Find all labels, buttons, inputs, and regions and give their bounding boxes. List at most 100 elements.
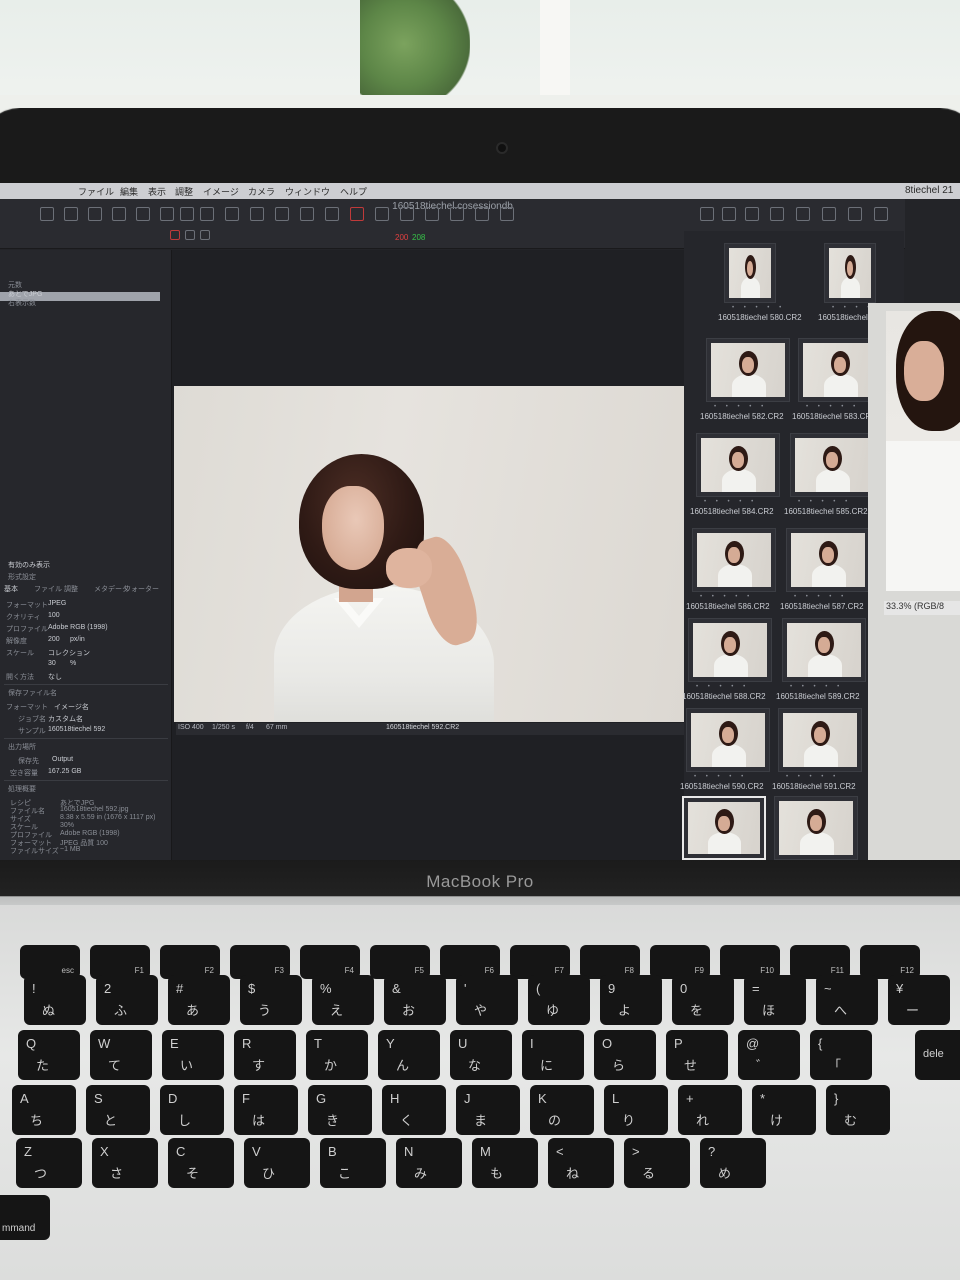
keyboard-key[interactable]: Kの <box>530 1085 594 1135</box>
keyboard-key[interactable]: F7 <box>510 945 570 979</box>
menu-item[interactable]: カメラ <box>248 185 275 198</box>
thumbnail-rating[interactable]: • • • • • <box>696 684 749 690</box>
keyboard-key[interactable]: Uな <box>450 1030 512 1080</box>
filmstrip-thumbnail[interactable] <box>696 433 780 497</box>
toolbar-tool-icon[interactable] <box>450 207 464 221</box>
keyboard-key[interactable]: Mも <box>472 1138 538 1188</box>
thumbnail-rating[interactable]: • • • • • <box>786 774 839 780</box>
keyboard-key[interactable]: ! ぬ <box>24 975 86 1025</box>
toolbar-tool-icon[interactable] <box>88 207 102 221</box>
keyboard-key[interactable]: Fは <box>234 1085 298 1135</box>
keyboard-key[interactable]: F8 <box>580 945 640 979</box>
keyboard-key[interactable]: > る <box>624 1138 690 1188</box>
toolbar-right-icon[interactable] <box>848 207 862 221</box>
keyboard-key[interactable]: Pせ <box>666 1030 728 1080</box>
toolbar-tool-icon[interactable] <box>325 207 339 221</box>
menu-item[interactable]: ウィンドウ <box>285 185 330 198</box>
keyboard-key[interactable]: Bこ <box>320 1138 386 1188</box>
keyboard-key[interactable]: } む <box>826 1085 890 1135</box>
filmstrip-thumbnail[interactable] <box>824 243 876 303</box>
keyboard-key[interactable]: F3 <box>230 945 290 979</box>
keyboard-key[interactable]: {「 <box>810 1030 872 1080</box>
toolbar-tool-icon[interactable] <box>136 207 150 221</box>
toolbar-right-icon[interactable] <box>745 207 759 221</box>
filmstrip-thumbnail[interactable] <box>790 433 874 497</box>
keyboard-key[interactable]: F9 <box>650 945 710 979</box>
keyboard-key[interactable]: Iに <box>522 1030 584 1080</box>
thumbnail-rating[interactable]: • • • • • <box>700 594 753 600</box>
filmstrip-thumbnail[interactable] <box>682 796 766 860</box>
toolbar-right-icon[interactable] <box>796 207 810 221</box>
toolbar-right-icon[interactable] <box>822 207 836 221</box>
toolbar-tool-icon[interactable] <box>40 207 54 221</box>
toolbar-tool-icon[interactable] <box>400 207 414 221</box>
filmstrip-thumbnail[interactable] <box>786 528 870 592</box>
toolbar-tool-icon[interactable] <box>275 207 289 221</box>
filmstrip-thumbnail[interactable] <box>724 243 776 303</box>
keyboard-key[interactable]: Hく <box>382 1085 446 1135</box>
menu-item[interactable]: イメージ <box>203 185 239 198</box>
keyboard-key[interactable]: Rす <box>234 1030 296 1080</box>
delete-key[interactable]: dele <box>915 1030 960 1080</box>
keyboard-key[interactable]: F1 <box>90 945 150 979</box>
keyboard-key[interactable]: Zつ <box>16 1138 82 1188</box>
thumbnail-rating[interactable]: • • • • • <box>790 684 843 690</box>
grid-tool-icon[interactable] <box>200 230 210 240</box>
toolbar-tool-icon[interactable] <box>350 207 364 221</box>
keyboard-key[interactable]: Nみ <box>396 1138 462 1188</box>
keyboard-key[interactable]: F4 <box>300 945 360 979</box>
thumbnail-rating[interactable]: • • • • • <box>704 499 757 505</box>
keyboard-key[interactable]: Jま <box>456 1085 520 1135</box>
toolbar-tool-icon[interactable] <box>200 207 214 221</box>
filmstrip-thumbnail[interactable] <box>692 528 776 592</box>
filmstrip-thumbnail[interactable] <box>688 618 772 682</box>
keyboard-key[interactable]: ? め <box>700 1138 766 1188</box>
command-key[interactable]: mmand <box>0 1195 50 1240</box>
keyboard-key[interactable]: Sと <box>86 1085 150 1135</box>
keyboard-key[interactable]: F12 <box>860 945 920 979</box>
toolbar-tool-icon[interactable] <box>375 207 389 221</box>
thumbnail-rating[interactable]: • • • • • <box>694 774 747 780</box>
keyboard-key[interactable]: % え <box>312 975 374 1025</box>
grid-tool-icon[interactable] <box>170 230 180 240</box>
toolbar-tool-icon[interactable] <box>475 207 489 221</box>
toolbar-tool-icon[interactable] <box>112 207 126 221</box>
filmstrip-thumbnail[interactable] <box>778 708 862 772</box>
thumbnail-rating[interactable]: • • • • • <box>806 404 859 410</box>
thumbnail-rating[interactable]: • • • • • <box>714 404 767 410</box>
keyboard-key[interactable]: 9よ <box>600 975 662 1025</box>
keyboard-key[interactable]: Tか <box>306 1030 368 1080</box>
keyboard-key[interactable]: Aち <box>12 1085 76 1135</box>
keyboard-key[interactable]: esc <box>20 945 80 979</box>
keyboard-key[interactable]: F2 <box>160 945 220 979</box>
keyboard-key[interactable]: 0を <box>672 975 734 1025</box>
menu-item[interactable]: 調整 <box>175 185 193 198</box>
menu-item[interactable]: 編集 <box>120 185 138 198</box>
keyboard-key[interactable]: * け <box>752 1085 816 1135</box>
keyboard-key[interactable]: # あ <box>168 975 230 1025</box>
filmstrip-thumbnail[interactable] <box>774 796 858 860</box>
viewer-photo[interactable] <box>174 386 691 722</box>
image-viewer[interactable]: ISO 400 1/250 s f/4 67 mm 160518tiechel … <box>172 250 691 873</box>
toolbar-right-icon[interactable] <box>722 207 736 221</box>
keyboard-key[interactable]: @ ゛ <box>738 1030 800 1080</box>
filmstrip-thumbnail[interactable] <box>706 338 790 402</box>
keyboard-key[interactable]: F6 <box>440 945 500 979</box>
keyboard-key[interactable]: (ゆ <box>528 975 590 1025</box>
keyboard-key[interactable]: = ほ <box>744 975 806 1025</box>
keyboard-key[interactable]: 2ふ <box>96 975 158 1025</box>
photoshop-zoom-tab[interactable]: 33.3% (RGB/8 <box>884 601 960 615</box>
keyboard-key[interactable]: < ね <box>548 1138 614 1188</box>
toolbar-right-icon[interactable] <box>700 207 714 221</box>
keyboard-key[interactable]: Qた <box>18 1030 80 1080</box>
toolbar-tool-icon[interactable] <box>160 207 174 221</box>
toolbar-tool-icon[interactable] <box>500 207 514 221</box>
keyboard-key[interactable]: ¥ ー <box>888 975 950 1025</box>
menu-item[interactable]: ファイル <box>78 185 114 198</box>
toolbar-right-icon[interactable] <box>874 207 888 221</box>
toolbar-tool-icon[interactable] <box>180 207 194 221</box>
keyboard-key[interactable]: F5 <box>370 945 430 979</box>
keyboard-key[interactable]: $ う <box>240 975 302 1025</box>
keyboard-key[interactable]: Wて <box>90 1030 152 1080</box>
menu-item[interactable]: 表示 <box>148 185 166 198</box>
